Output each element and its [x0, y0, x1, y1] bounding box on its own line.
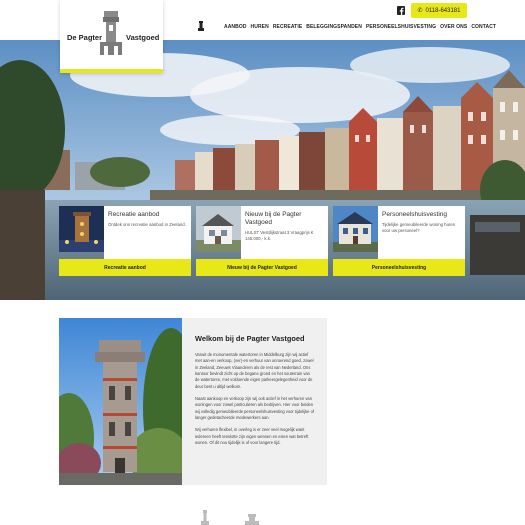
nav-recreatie[interactable]: RECREATIE: [273, 24, 302, 30]
nav-contact[interactable]: CONTACT: [471, 24, 496, 30]
card-description: Ontdek ons recreatie aanbod in Zeeland.: [108, 221, 186, 227]
card-title[interactable]: Personeelshuisvesting: [382, 211, 461, 219]
card-description: HULST Vestdijkstraat 3 Vraagprijs € 145.…: [245, 229, 314, 241]
recreatie-aanbod-button[interactable]: Recreatie aanbod: [59, 259, 191, 276]
card-personeel-image[interactable]: [333, 206, 378, 252]
tower-icon[interactable]: [198, 21, 204, 31]
nav-personeelshuisvesting[interactable]: PERSONEELSHUISVESTING: [366, 24, 436, 30]
welcome-paragraph: Vanuit de monumentale watertoren in Midd…: [195, 352, 314, 389]
tower-logo-icon: [245, 514, 259, 525]
welcome-paragraph: Naast aankoop en verkoop zijn wij ook ac…: [195, 396, 315, 421]
welcome-title: Welkom bij de Pagter Vastgoed: [195, 334, 305, 343]
nav-beleggingspanden[interactable]: BELEGGINGSPANDEN: [306, 24, 362, 30]
card-nieuw-image[interactable]: [196, 206, 241, 252]
watertoren-image: [59, 318, 182, 485]
phone-number: 0118-643181: [425, 7, 461, 14]
card-description: Tijdelijke gemeubileerde woning huren vo…: [382, 221, 456, 234]
card-personeel: Personeelshuisvesting Tijdelijke gemeubi…: [333, 206, 465, 276]
nav-huren[interactable]: HUREN: [251, 24, 269, 30]
nav-over-ons[interactable]: OVER ONS: [440, 24, 467, 30]
card-personeel-body: Personeelshuisvesting Tijdelijke gemeubi…: [378, 206, 465, 259]
main-nav: AANBOD HUREN RECREATIE BELEGGINGSPANDEN …: [224, 24, 496, 30]
card-nieuw: Nieuw bij de Pagter Vastgoed HULST Vestd…: [196, 206, 328, 276]
card-recreatie-body: Recreatie aanbod Ontdek ons recreatie aa…: [104, 206, 191, 259]
site-header: De Pagter Vastgoed ✆ 0118-643181 AANBOD …: [0, 0, 525, 73]
footer-icons: [0, 500, 525, 525]
card-title[interactable]: Nieuw bij de Pagter Vastgoed: [245, 211, 324, 227]
personeelshuisvesting-button[interactable]: Personeelshuisvesting: [333, 259, 465, 276]
nav-aanbod[interactable]: AANBOD: [224, 24, 247, 30]
tower-icon: [201, 510, 209, 525]
logo-text-left: De Pagter: [67, 33, 103, 42]
phone-button[interactable]: ✆ 0118-643181: [411, 3, 467, 18]
nieuw-button[interactable]: Nieuw bij de Pagter Vastgoed: [196, 259, 328, 276]
facebook-icon[interactable]: [397, 6, 405, 15]
card-recreatie-image[interactable]: [59, 206, 104, 252]
card-recreatie: Recreatie aanbod Ontdek ons recreatie aa…: [59, 206, 191, 276]
card-title[interactable]: Recreatie aanbod: [108, 211, 187, 219]
card-nieuw-body: Nieuw bij de Pagter Vastgoed HULST Vestd…: [241, 206, 328, 259]
phone-icon: ✆: [417, 8, 423, 14]
welcome-paragraph: Wij verhuren flexibel, in overleg is er …: [195, 427, 309, 446]
logo[interactable]: De Pagter Vastgoed: [60, 0, 163, 73]
logo-text-right: Vastgoed: [126, 33, 160, 42]
tower-logo-icon: [100, 11, 122, 55]
welcome-panel: Welkom bij de Pagter Vastgoed Vanuit de …: [182, 318, 327, 485]
